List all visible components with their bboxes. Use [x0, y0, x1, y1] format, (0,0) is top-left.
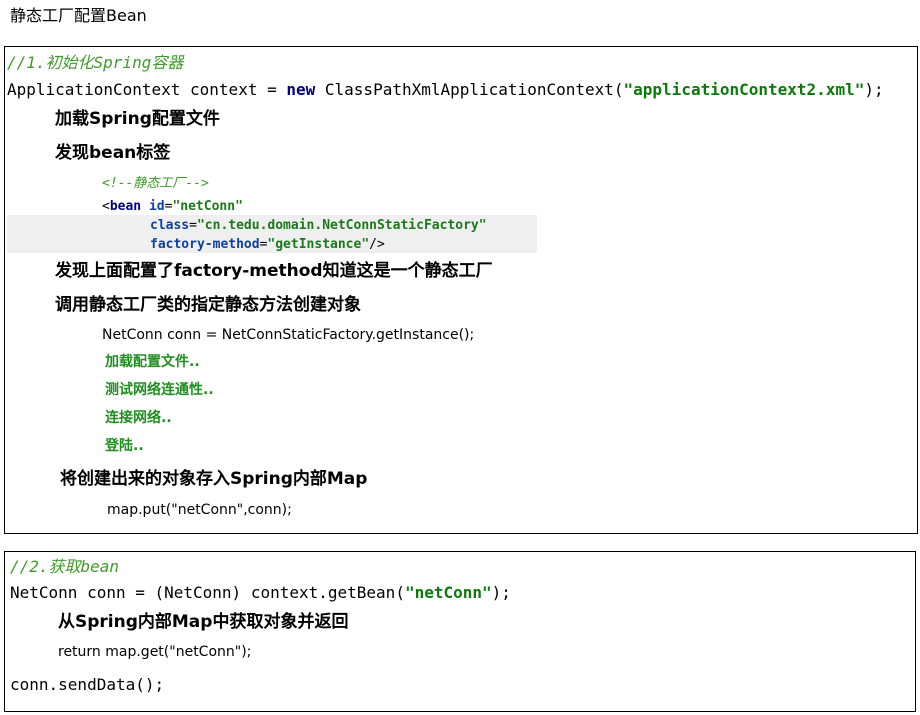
console-output-line: 测试网络连通性.. [105, 382, 214, 398]
comment-get-bean: //2.获取bean [10, 557, 120, 576]
xml-attr-factory-method-value: "getInstance" [267, 237, 370, 252]
factory-call-line: NetConn conn = NetConnStaticFactory.getI… [102, 327, 475, 343]
xml-attr-class: class [150, 218, 190, 233]
xml-attr-class-value: "cn.tedu.domain.NetConnStaticFactory" [196, 218, 487, 233]
code-text: NetConn conn = (NetConn) context.getBean… [10, 583, 405, 602]
string-literal: "applicationContext2.xml" [623, 80, 865, 99]
xml-close: /> [369, 237, 385, 252]
console-output-line: 连接网络.. [105, 410, 172, 426]
code-line-send-data: conn.sendData(); [10, 675, 165, 694]
console-output-line: 加载配置文件.. [105, 354, 200, 370]
step-find-bean-tag: 发现bean标签 [55, 143, 171, 163]
step-load-config: 加载Spring配置文件 [55, 109, 220, 129]
code-text: ); [864, 80, 884, 99]
page-title: 静态工厂配置Bean [10, 6, 147, 25]
xml-eq: = [189, 218, 197, 233]
xml-attr-factory-method: factory-method [150, 237, 260, 252]
comment-init-container: //1.初始化Spring容器 [7, 53, 184, 72]
xml-bracket: < [102, 199, 110, 214]
step-store-in-map: 将创建出来的对象存入Spring内部Map [60, 469, 368, 489]
xml-attr-id-value: "netConn" [172, 199, 243, 214]
step-call-static-method: 调用静态工厂类的指定静态方法创建对象 [55, 295, 361, 315]
string-literal: "netConn" [404, 583, 492, 602]
xml-tag-name: bean [109, 199, 142, 214]
map-put-line: map.put("netConn",conn); [107, 502, 292, 518]
code-line-application-context: ApplicationContext context = new ClassPa… [7, 80, 884, 100]
code-text: ClassPathXmlApplicationContext( [315, 80, 624, 99]
return-line: return map.get("netConn"); [58, 644, 252, 660]
console-output-line: 登陆.. [105, 438, 144, 454]
keyword-new: new [286, 80, 316, 99]
code-text: ); [491, 583, 511, 602]
step-get-from-map: 从Spring内部Map中获取对象并返回 [58, 612, 349, 632]
xml-bean-class: class="cn.tedu.domain.NetConnStaticFacto… [150, 216, 487, 235]
xml-bean-factory-method: factory-method="getInstance"/> [150, 235, 385, 254]
code-panel-get-bean: //2.获取bean NetConn conn = (NetConn) cont… [4, 551, 916, 712]
step-static-factory-detected: 发现上面配置了factory-method知道这是一个静态工厂 [55, 261, 493, 281]
code-panel-initialize: //1.初始化Spring容器 ApplicationContext conte… [4, 46, 918, 534]
xml-bean-open: <bean id="netConn" [102, 197, 243, 216]
xml-attr-id: id [148, 199, 165, 214]
code-text: ApplicationContext context = [7, 80, 287, 99]
code-line-get-bean: NetConn conn = (NetConn) context.getBean… [10, 583, 511, 603]
xml-comment: <!--静态工厂--> [102, 176, 209, 191]
